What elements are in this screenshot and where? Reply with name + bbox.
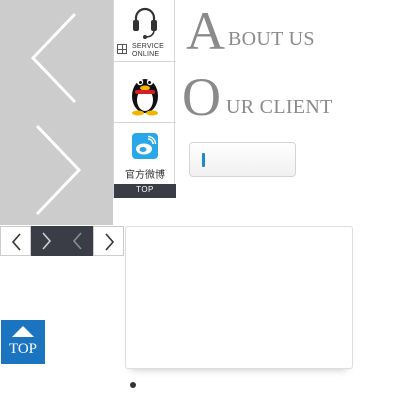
qq-penguin-icon: [132, 78, 158, 116]
chevron-left-icon: [72, 232, 82, 250]
about-heading-rest: BOUT US: [228, 28, 315, 50]
chevron-right-icon: [42, 232, 52, 250]
arrow-up-icon: [12, 326, 34, 337]
next-button[interactable]: [31, 226, 62, 256]
service-online-label: SERVICE ONLINE: [132, 43, 164, 59]
weibo-label: 官方微博: [125, 170, 165, 181]
chevron-right-icon[interactable]: [35, 124, 82, 216]
service-online-line1: SERVICE: [132, 43, 165, 50]
prev-button[interactable]: [0, 226, 31, 256]
service-bar: SERVICE ONLINE 官方微博 TOP: [113, 0, 176, 198]
content-card: [125, 226, 353, 369]
chevron-left-icon[interactable]: [30, 12, 77, 104]
back-to-top-label: TOP: [8, 341, 38, 357]
slider-svg: [30, 12, 82, 216]
service-online-button[interactable]: SERVICE ONLINE: [114, 0, 176, 62]
chevron-left-icon: [11, 233, 21, 251]
service-online-line2: ONLINE: [132, 51, 160, 58]
pager-dot[interactable]: [130, 382, 136, 388]
slider-panel: [0, 0, 113, 225]
plus-icon: [117, 44, 127, 54]
chevron-right-icon: [105, 233, 115, 251]
text-cursor: [202, 153, 205, 167]
headset-icon: [133, 7, 157, 39]
about-initial: A: [186, 1, 225, 61]
client-input-box[interactable]: [189, 142, 296, 177]
client-heading-rest: UR CLIENT: [226, 96, 333, 118]
weibo-button[interactable]: 官方微博: [114, 123, 176, 184]
sidebar-top-label: TOP: [136, 185, 154, 194]
back-to-top-button[interactable]: TOP: [1, 320, 45, 364]
weibo-icon: [132, 133, 158, 159]
qq-button[interactable]: [114, 62, 176, 123]
client-initial: O: [182, 67, 221, 127]
prev-button-2[interactable]: [62, 226, 93, 256]
next-button-2[interactable]: [93, 226, 124, 256]
sidebar-top-button[interactable]: TOP: [114, 184, 176, 198]
